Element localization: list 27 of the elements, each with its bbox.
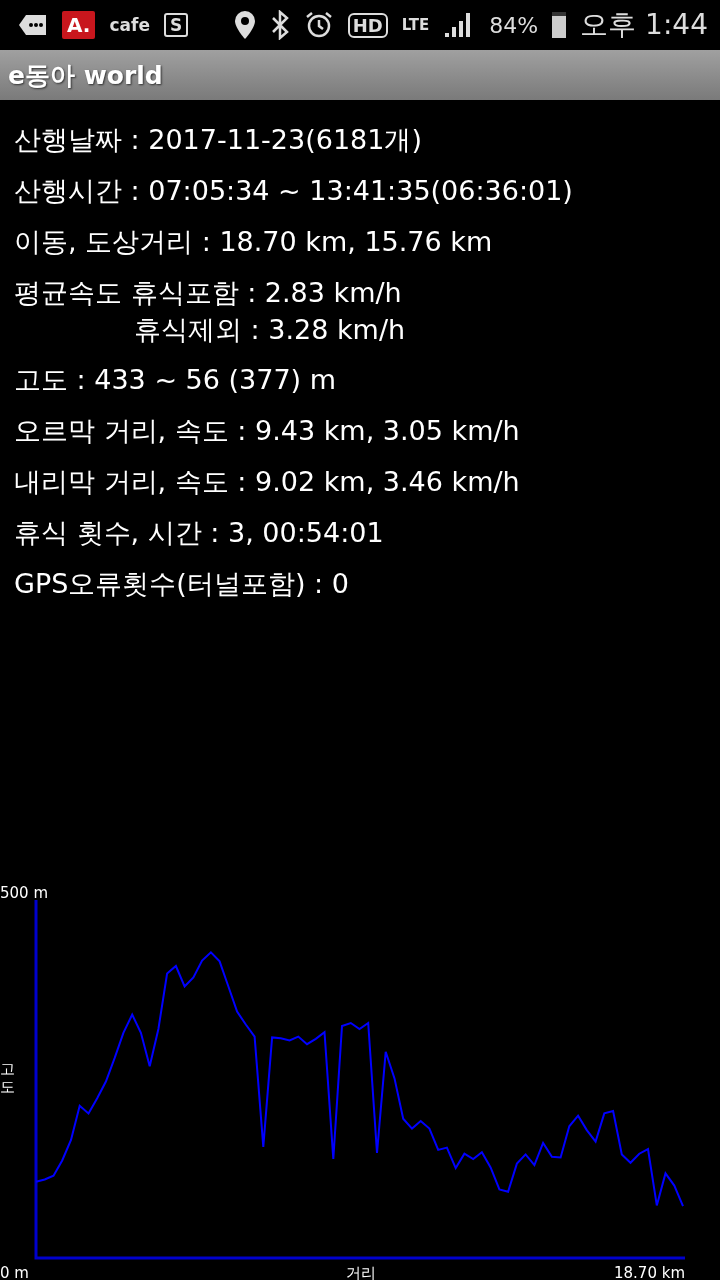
stat-line: 평균속도 휴식포함 : 2.83 km/h <box>14 276 403 310</box>
stat-line: 산행시간 : 07:05:34 ~ 13:41:35(06:36:01) <box>14 174 574 208</box>
stat-line: 고도 : 433 ~ 56 (377) m <box>14 363 337 397</box>
stat-line: 휴식 횟수, 시간 : 3, 00:54:01 <box>14 516 385 550</box>
bluetooth-icon <box>269 10 290 40</box>
axis-tick-label: 0 m <box>0 1264 29 1280</box>
stat-line: 휴식제외 : 3.28 km/h <box>133 313 407 347</box>
app-logo: A. <box>62 11 96 39</box>
battery-icon <box>552 12 567 38</box>
hd-voice-icon: HD <box>347 12 388 38</box>
axis-tick-label: 500 m <box>0 885 48 902</box>
window-title: e동아 world <box>8 59 163 92</box>
axis-title: 거리 <box>345 1264 376 1280</box>
stat-line: 내리막 거리, 속도 : 9.02 km, 3.46 km/h <box>14 465 521 499</box>
stat-line: 오르막 거리, 속도 : 9.43 km, 3.05 km/h <box>14 414 521 448</box>
clock: 오후 1:44 <box>580 7 708 43</box>
chat-icon <box>18 14 48 36</box>
stat-line: GPS오류횟수(터널포함) : 0 <box>14 567 350 601</box>
app-logo: S <box>163 13 189 37</box>
battery-percent: 84% <box>489 12 539 38</box>
location-pin-icon <box>233 10 256 40</box>
lte-indicator: LTE <box>401 16 430 34</box>
axis-title: 고도 <box>0 1060 15 1096</box>
stat-line: 산행날짜 : 2017-11-23(6181개) <box>14 123 423 157</box>
cafe-label: cafe <box>109 15 150 35</box>
axis-tick-label: 18.70 km <box>614 1264 685 1280</box>
stat-line: 이동, 도상거리 : 18.70 km, 15.76 km <box>14 225 494 259</box>
